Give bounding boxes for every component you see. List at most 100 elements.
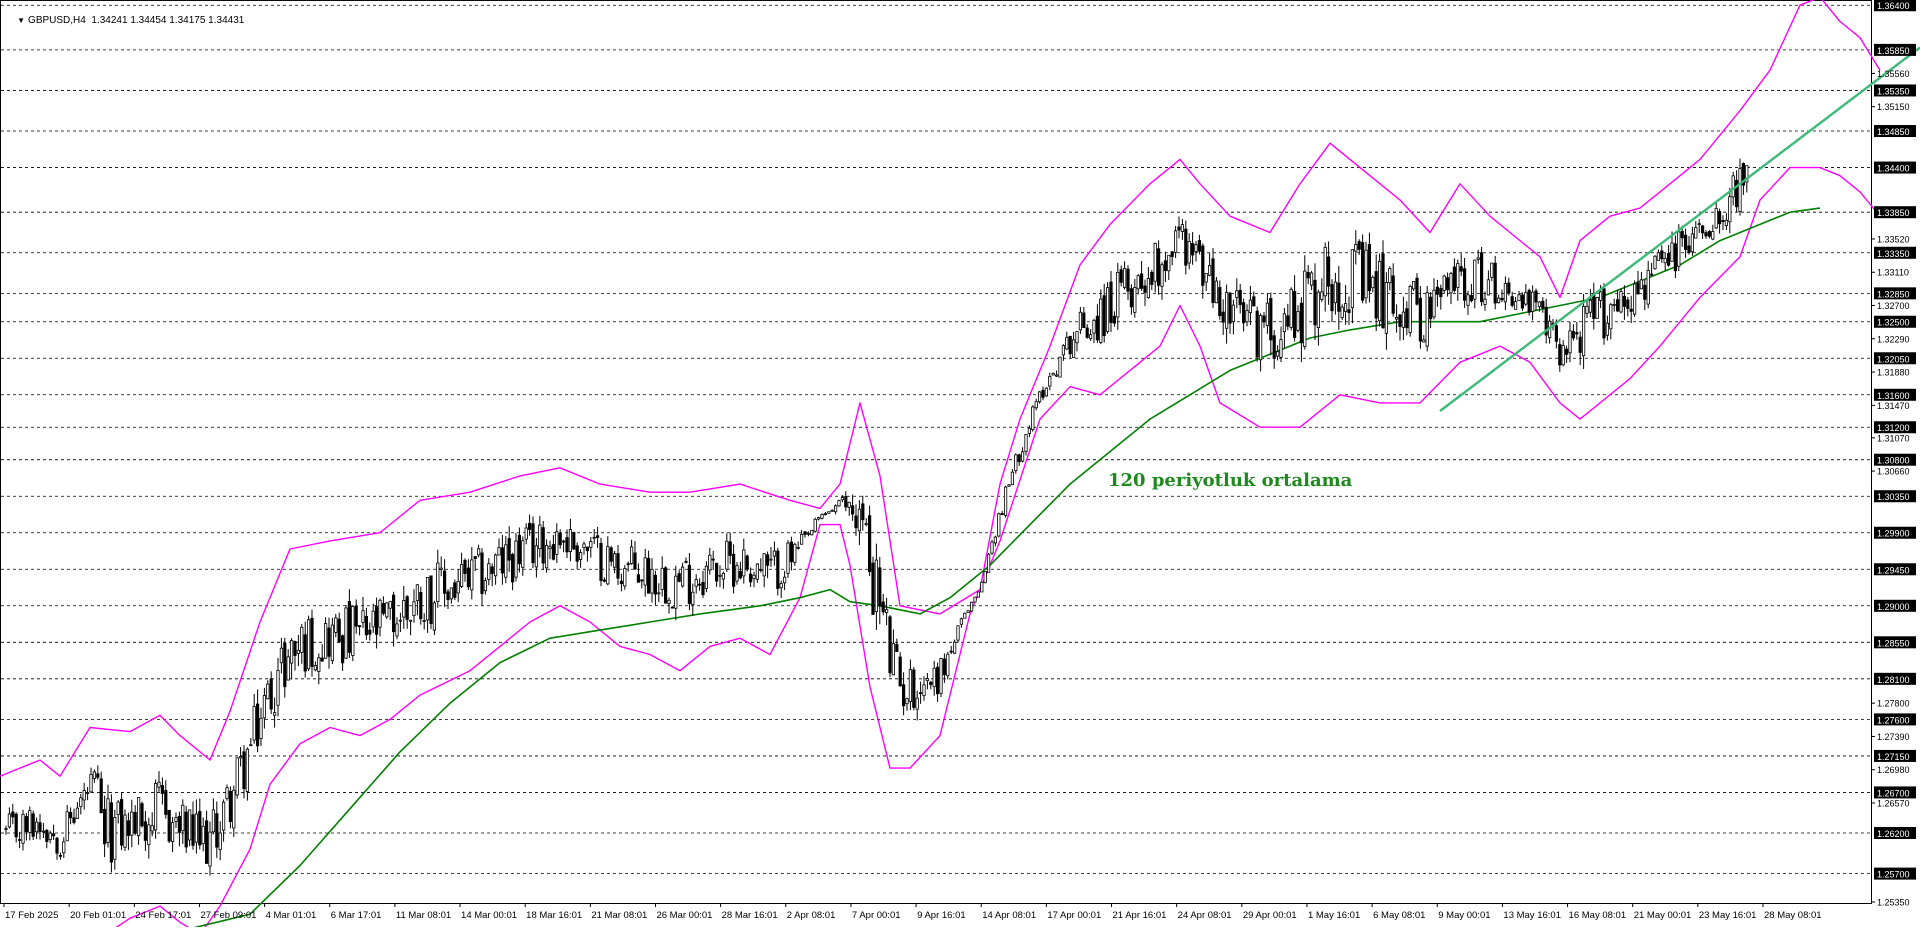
candle-body — [1643, 284, 1647, 300]
candle-body — [1405, 308, 1409, 329]
candle-body — [191, 814, 195, 846]
candle-body — [541, 527, 545, 564]
candle-body — [242, 751, 246, 790]
candle-body — [742, 549, 746, 577]
candle-body — [857, 508, 862, 532]
candle-body — [170, 822, 175, 843]
candle-body — [228, 790, 232, 823]
candle-body — [41, 830, 46, 833]
candle-body — [1265, 302, 1269, 326]
candle-body — [1388, 268, 1392, 284]
candle-body — [769, 558, 773, 561]
price-tag-label: 1.25700 — [1877, 870, 1910, 880]
candle-body — [810, 529, 814, 536]
candle-body — [1381, 253, 1385, 329]
candle-body — [1541, 300, 1545, 309]
candle-body — [1384, 282, 1388, 334]
candle-body — [864, 523, 868, 526]
candle-body — [177, 815, 181, 833]
candle-body — [1174, 230, 1178, 253]
candle-body — [1660, 250, 1664, 260]
candle-body — [1592, 293, 1596, 319]
candle-body — [1299, 302, 1303, 344]
candle-body — [1738, 168, 1742, 212]
price-chart[interactable]: 1.36400 1.35850 1.35350 1.34850 1.34400 1.338… — [0, 0, 1920, 932]
candle-body — [140, 803, 144, 827]
triangle-down-icon[interactable]: ▼ — [17, 16, 25, 25]
candle-body — [813, 518, 817, 532]
candle-body — [320, 657, 324, 662]
candle-body — [1051, 373, 1055, 376]
candle-body — [1296, 311, 1300, 331]
candle-body — [1048, 376, 1052, 387]
candle-body — [340, 635, 345, 664]
x-tick-label: 14 Mar 00:01 — [461, 910, 517, 921]
candle-body — [606, 546, 610, 585]
candle-body — [1449, 273, 1453, 294]
candle-body — [687, 564, 692, 605]
candle-body — [1316, 291, 1320, 328]
candle-body — [820, 513, 824, 519]
candle-body — [374, 605, 379, 635]
x-tick-label: 20 Feb 01:01 — [70, 910, 126, 921]
candle-body — [885, 609, 889, 614]
candle-body — [796, 547, 800, 549]
candle-body — [915, 697, 919, 710]
candle-body — [1116, 272, 1120, 318]
y-tick-label: 1.27390 — [1877, 732, 1910, 742]
candle-body — [1031, 406, 1035, 430]
candle-body — [1099, 298, 1103, 343]
candle-body — [1017, 454, 1021, 463]
candle-body — [1575, 332, 1579, 335]
candle-body — [504, 544, 508, 578]
x-tick-label: 17 Apr 00:01 — [1047, 910, 1101, 921]
candle-body — [803, 531, 807, 535]
x-tick-label: 9 Apr 16:01 — [917, 910, 966, 921]
y-tick-label: 1.25350 — [1877, 898, 1910, 908]
candle-body — [1252, 296, 1256, 307]
candle-body — [442, 570, 447, 594]
candle-body — [1133, 287, 1137, 313]
candle-body — [752, 574, 756, 580]
candle-body — [837, 500, 841, 507]
candle-body — [31, 813, 35, 837]
candle-body — [840, 497, 845, 501]
candle-body — [1463, 268, 1467, 301]
candle-body — [718, 574, 722, 577]
price-tag-label: 1.29900 — [1877, 529, 1910, 539]
candle-body — [779, 583, 783, 589]
candle-body — [1004, 486, 1008, 516]
candle-body — [963, 612, 967, 619]
candle-body — [1612, 304, 1616, 306]
candle-body — [408, 619, 413, 622]
candle-body — [1289, 288, 1293, 328]
candle-body — [184, 811, 188, 848]
candle-body — [1146, 277, 1150, 299]
candle-body — [1680, 231, 1684, 239]
candle-body — [1565, 348, 1569, 355]
chart-area[interactable]: 1.36400 1.35850 1.35350 1.34850 1.34400 1.338… — [0, 0, 1920, 932]
candle-body — [11, 811, 15, 818]
candle-body — [732, 553, 736, 587]
candle-body — [381, 603, 386, 614]
candle-body — [412, 601, 416, 617]
candle-body — [619, 580, 624, 585]
time-axis: 17 Feb 2025 20 Feb 01:01 24 Feb 17:01 27 Fe… — [3, 903, 1822, 921]
candle-body — [1486, 279, 1490, 296]
candle-body — [538, 524, 542, 550]
candle-body — [589, 541, 593, 548]
candle-body — [1201, 245, 1205, 286]
candle-body — [1480, 252, 1484, 303]
candle-body — [1626, 299, 1630, 309]
candle-body — [1347, 309, 1351, 314]
candle-body — [490, 566, 494, 574]
candle-body — [1061, 345, 1065, 356]
candle-body — [772, 550, 777, 557]
candle-body — [980, 581, 984, 593]
price-tag-label: 1.30350 — [1877, 492, 1910, 502]
candle-body — [1136, 275, 1140, 290]
candle-body — [891, 643, 896, 676]
candle-body — [143, 821, 147, 841]
y-tick-label: 1.26980 — [1877, 765, 1910, 775]
candle-body — [1456, 263, 1460, 288]
